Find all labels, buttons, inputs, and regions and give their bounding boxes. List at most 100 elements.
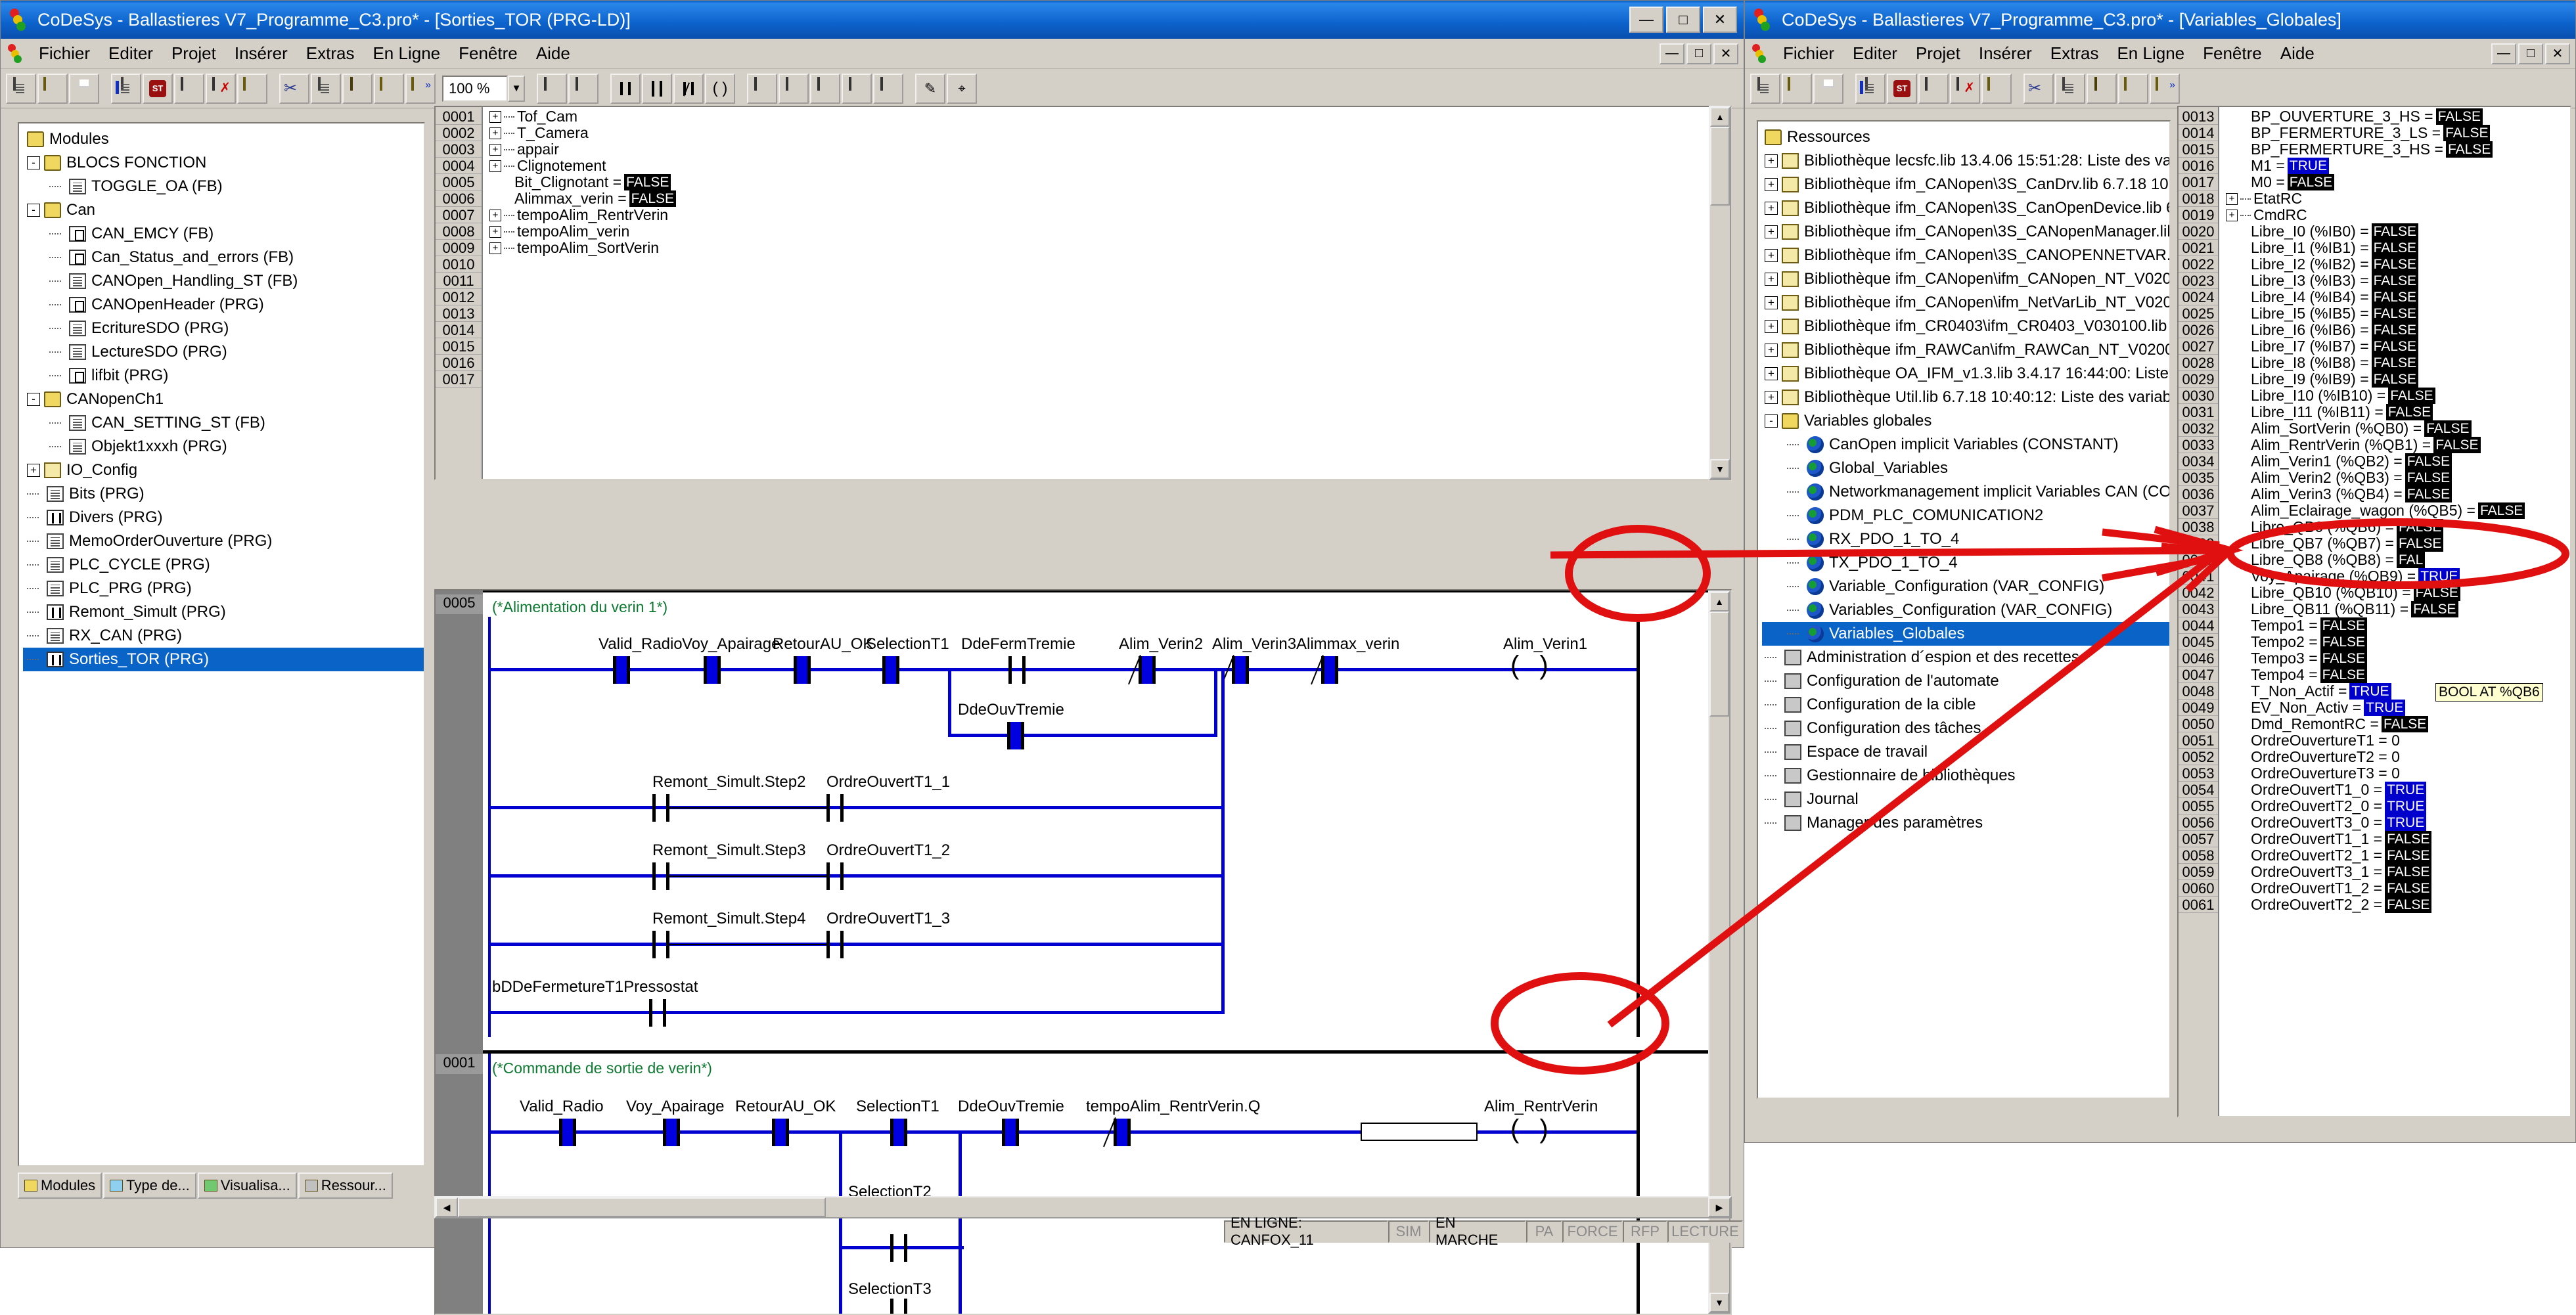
tree-root[interactable]: Ressources <box>1762 125 2169 149</box>
code-line[interactable] <box>483 371 1730 388</box>
code-line[interactable]: Libre_I6 (%IB6) =FALSE <box>2219 322 2570 338</box>
tree-item-networkmanagement-implicit-variables-can-cons[interactable]: Networkmanagement implicit Variables CAN… <box>1762 480 2169 504</box>
code-line[interactable]: Voy_Apairage (%QB9) =TRUE <box>2219 568 2570 585</box>
code-line[interactable]: +CmdRC <box>2219 207 2570 223</box>
network-before-icon[interactable] <box>537 74 567 104</box>
contact-ordreouvertt1-2[interactable] <box>826 862 844 890</box>
contact-ordreouvertt1-3[interactable] <box>826 931 844 958</box>
tree-toggle-collapse-icon[interactable]: - <box>27 204 40 217</box>
contact-alim-verin3[interactable] <box>1232 656 1249 684</box>
box-icon[interactable] <box>747 74 777 104</box>
tree-toggle-collapse-icon[interactable]: - <box>1765 414 1778 428</box>
code-line[interactable] <box>483 273 1730 289</box>
code-line[interactable]: Alimmax_verin =FALSE <box>483 190 1730 207</box>
left-window-titlebar[interactable]: CoDeSys - Ballastieres V7_Programme_C3.p… <box>1 1 1744 39</box>
code-line[interactable]: Alim_Verin2 (%QB3) =FALSE <box>2219 470 2570 486</box>
code-line[interactable]: Alim_SortVerin (%QB0) =FALSE <box>2219 420 2570 437</box>
new-document-icon-right[interactable] <box>1750 74 1780 104</box>
code-line[interactable]: +tempoAlim_verin <box>483 223 1730 240</box>
tab-modules[interactable]: Modules <box>18 1172 102 1199</box>
tree-toggle-expand-icon[interactable]: + <box>1765 296 1778 309</box>
box-close-icon[interactable] <box>810 74 840 104</box>
code-line[interactable] <box>483 355 1730 371</box>
logout-icon[interactable]: ✗ <box>206 74 236 104</box>
logout-icon-right[interactable]: ✗ <box>1950 74 1980 104</box>
paste-icon-right[interactable] <box>2087 74 2117 104</box>
tree-toggle-expand-icon[interactable]: + <box>1765 391 1778 404</box>
login-icon-right[interactable] <box>1918 74 1949 104</box>
contact-ddeouvtremie-2[interactable] <box>1002 1119 1019 1146</box>
menu-inserer-right[interactable]: Insérer <box>1970 43 2041 64</box>
declaration-vscrollbar[interactable]: ▲ ▼ <box>1709 106 1731 480</box>
code-line[interactable]: OrdreOuvertT1_0 =TRUE <box>2219 782 2570 798</box>
tree-toggle-expand-icon[interactable]: + <box>1765 202 1778 215</box>
tree-item-ecrituresdo-prg[interactable]: EcritureSDO (PRG) <box>23 317 424 340</box>
copy-icon-right[interactable] <box>2055 74 2085 104</box>
code-line[interactable]: Bit_Clignotant =FALSE <box>483 174 1730 190</box>
code-line[interactable]: Dmd_RemontRC =FALSE <box>2219 716 2570 732</box>
contact-voy-apairage[interactable] <box>704 656 721 684</box>
ladder-scroll-right-icon[interactable]: ▶ <box>1708 1197 1730 1217</box>
tree-toggle-expand-icon[interactable]: + <box>1765 344 1778 357</box>
contact-icon[interactable] <box>610 74 641 104</box>
menu-fichier-right[interactable]: Fichier <box>1774 43 1843 64</box>
expand-icon[interactable]: + <box>2226 210 2238 221</box>
menu-projet-right[interactable]: Projet <box>1907 43 1970 64</box>
code-line[interactable]: +Tof_Cam <box>483 108 1730 125</box>
contact-selectiont1-2[interactable] <box>890 1119 907 1146</box>
build-icon[interactable] <box>111 74 141 104</box>
tree-item-manager-des-param-tres[interactable]: Manager des paramètres <box>1762 811 2169 835</box>
code-line[interactable]: Libre_I7 (%IB7) =FALSE <box>2219 338 2570 355</box>
tree-item-canopen-implicit-variables-constant[interactable]: CanOpen implicit Variables (CONSTANT) <box>1762 433 2169 457</box>
tab-types[interactable]: Type de... <box>103 1172 196 1199</box>
right-menubar[interactable]: Fichier Editer Projet Insérer Extras En … <box>1745 39 2575 69</box>
contact-valid-radio-2[interactable] <box>559 1119 576 1146</box>
code-line[interactable]: OrdreOuvertT2_1 =FALSE <box>2219 847 2570 864</box>
code-line[interactable] <box>483 289 1730 305</box>
minimize-button[interactable]: — <box>1629 7 1663 33</box>
contact-voy-apairage-2[interactable] <box>663 1119 680 1146</box>
tree-item-global-variables[interactable]: Global_Variables <box>1762 457 2169 480</box>
contact-remont-step2[interactable] <box>652 794 669 822</box>
menu-en-ligne-right[interactable]: En Ligne <box>2108 43 2194 64</box>
open-folder-icon[interactable] <box>37 74 68 104</box>
login-icon[interactable] <box>174 74 204 104</box>
cut-icon-right[interactable]: ✂ <box>2023 74 2054 104</box>
code-line[interactable] <box>483 338 1730 355</box>
scroll-up-icon[interactable]: ▲ <box>1710 107 1730 127</box>
tree-item-biblioth-que-util-lib-6-7-18-10-40-12-liste-des-variables[interactable]: +Bibliothèque Util.lib 6.7.18 10:40:12: … <box>1762 386 2169 409</box>
tree-item-plc-cycle-prg[interactable]: PLC_CYCLE (PRG) <box>23 553 424 577</box>
tree-item-sorties-tor-prg[interactable]: Sorties_TOR (PRG) <box>23 648 424 671</box>
contact-tempoalim-rentrverin-q[interactable] <box>1114 1119 1131 1146</box>
tree-item-memoorderouverture-prg[interactable]: MemoOrderOuverture (PRG) <box>23 529 424 553</box>
menu-inserer[interactable]: Insérer <box>225 43 297 64</box>
zoom-level-input[interactable]: 100 % <box>442 76 508 102</box>
code-line[interactable]: Tempo3 =FALSE <box>2219 650 2570 667</box>
code-line[interactable]: OrdreOuvertT2_0 =TRUE <box>2219 798 2570 814</box>
expand-icon[interactable]: + <box>489 210 501 221</box>
box-extra-icon[interactable] <box>842 74 872 104</box>
tree-item-can[interactable]: -Can <box>23 198 424 222</box>
resource-tree-pane[interactable]: Ressources+Bibliothèque lecsfc.lib 13.4.… <box>1757 120 2171 1099</box>
tree-item-canopen-handling-st-fb[interactable]: CANOpen_Handling_ST (FB) <box>23 269 424 293</box>
menu-aide-right[interactable]: Aide <box>2271 43 2324 64</box>
mdi-minimize-button[interactable]: — <box>1660 43 1684 64</box>
contact-remont-step3[interactable] <box>652 862 669 890</box>
code-line[interactable]: +Clignotement <box>483 158 1730 174</box>
tree-item-biblioth-que-ifm-canopen-3s-candrv-lib-6-7-18-10-55[interactable]: +Bibliothèque ifm_CANopen\3S_CanDrv.lib … <box>1762 173 2169 196</box>
tree-item-administration-d-espion-et-des-recettes[interactable]: Administration d´espion et des recettes <box>1762 646 2169 669</box>
code-line[interactable]: OrdreOuvertT2_2 =FALSE <box>2219 897 2570 913</box>
stop-icon-right[interactable]: ST <box>1887 74 1917 104</box>
code-line[interactable]: Libre_QB11 (%QB11) =FALSE <box>2219 601 2570 617</box>
zoom-dropdown-arrow-icon[interactable]: ▼ <box>508 76 525 102</box>
code-line[interactable]: OrdreOuvertT1_2 =FALSE <box>2219 880 2570 897</box>
variables-pane[interactable]: 0013001400150016001700180019002000210022… <box>2177 106 2571 1117</box>
find-icon-right[interactable] <box>2118 74 2148 104</box>
contact-negate-icon[interactable] <box>673 74 704 104</box>
tree-item-biblioth-que-ifm-rawcan-ifm-rawcan-nt-v020004[interactable]: +Bibliothèque ifm_RAWCan\ifm_RAWCan_NT_V… <box>1762 338 2169 362</box>
code-line[interactable]: Libre_I11 (%IB11) =FALSE <box>2219 404 2570 420</box>
code-line[interactable] <box>483 305 1730 322</box>
tree-item-variable-configuration-var-config[interactable]: Variable_Configuration (VAR_CONFIG) <box>1762 575 2169 598</box>
contact-ordreouvertt1-1[interactable] <box>826 794 844 822</box>
resource-tree[interactable]: Ressources+Bibliothèque lecsfc.lib 13.4.… <box>1758 122 2169 835</box>
